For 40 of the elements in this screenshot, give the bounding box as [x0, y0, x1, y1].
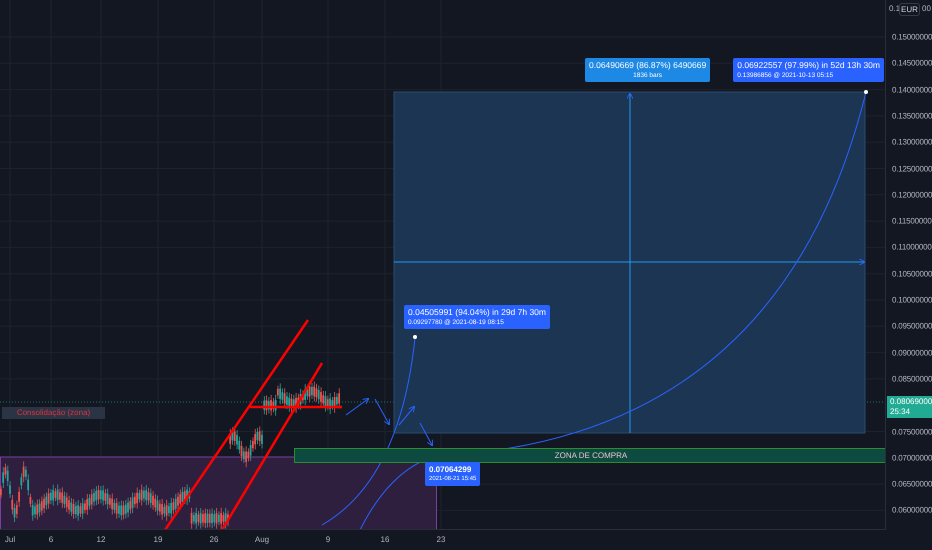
price-label: 0.13500000	[892, 111, 932, 120]
time-label: Jul	[4, 535, 16, 544]
price-label: 0.12000000	[892, 190, 932, 200]
anchor-point	[413, 335, 417, 339]
time-label: 23	[436, 535, 446, 544]
price-label: 0.09000000	[892, 348, 932, 358]
time-label: 16	[380, 535, 390, 544]
time-label: 6	[48, 535, 54, 544]
time-label: 12	[96, 535, 106, 544]
price-label: 0.11500000	[892, 216, 932, 226]
price-label: 0.06000000	[892, 506, 932, 515]
price-label: 0.10000000	[892, 296, 932, 304]
price-label: 0.06500000	[892, 480, 932, 489]
arrow	[420, 422, 434, 446]
arrow	[374, 398, 390, 426]
price-label: 0.07000000	[892, 453, 932, 462]
time-label: Aug	[254, 535, 270, 544]
time-label: 19	[154, 535, 162, 544]
current-price: 0.08069000	[890, 397, 932, 407]
price-label: 0.14000000	[892, 85, 932, 94]
countdown: 25:34	[890, 407, 912, 417]
currency-button[interactable]: EUR	[899, 3, 920, 16]
price-label: 00	[922, 4, 931, 13]
zone-label: Consolidação (zona)	[2, 407, 105, 419]
time-label: 9	[326, 535, 330, 544]
arrow	[346, 398, 370, 416]
price-label: 0.13000000	[892, 138, 932, 147]
price-label: 0.10500000	[892, 269, 932, 278]
price-label: 0.12500000	[892, 164, 932, 173]
price-label: 0.08500000	[892, 374, 932, 384]
zone-label: ZONA DE COMPRA	[554, 451, 628, 460]
price-label: 0.15000000	[892, 32, 932, 42]
anchor-point	[864, 90, 868, 94]
price-label: 0.07500000	[892, 427, 932, 436]
price-label: 0.14500000	[892, 58, 932, 68]
price-label: 0.11000000	[892, 242, 932, 252]
arrow	[398, 406, 416, 426]
price-label: 0.1	[889, 4, 900, 13]
price-label: 0.09500000	[892, 322, 932, 331]
time-label: 26	[210, 535, 218, 544]
